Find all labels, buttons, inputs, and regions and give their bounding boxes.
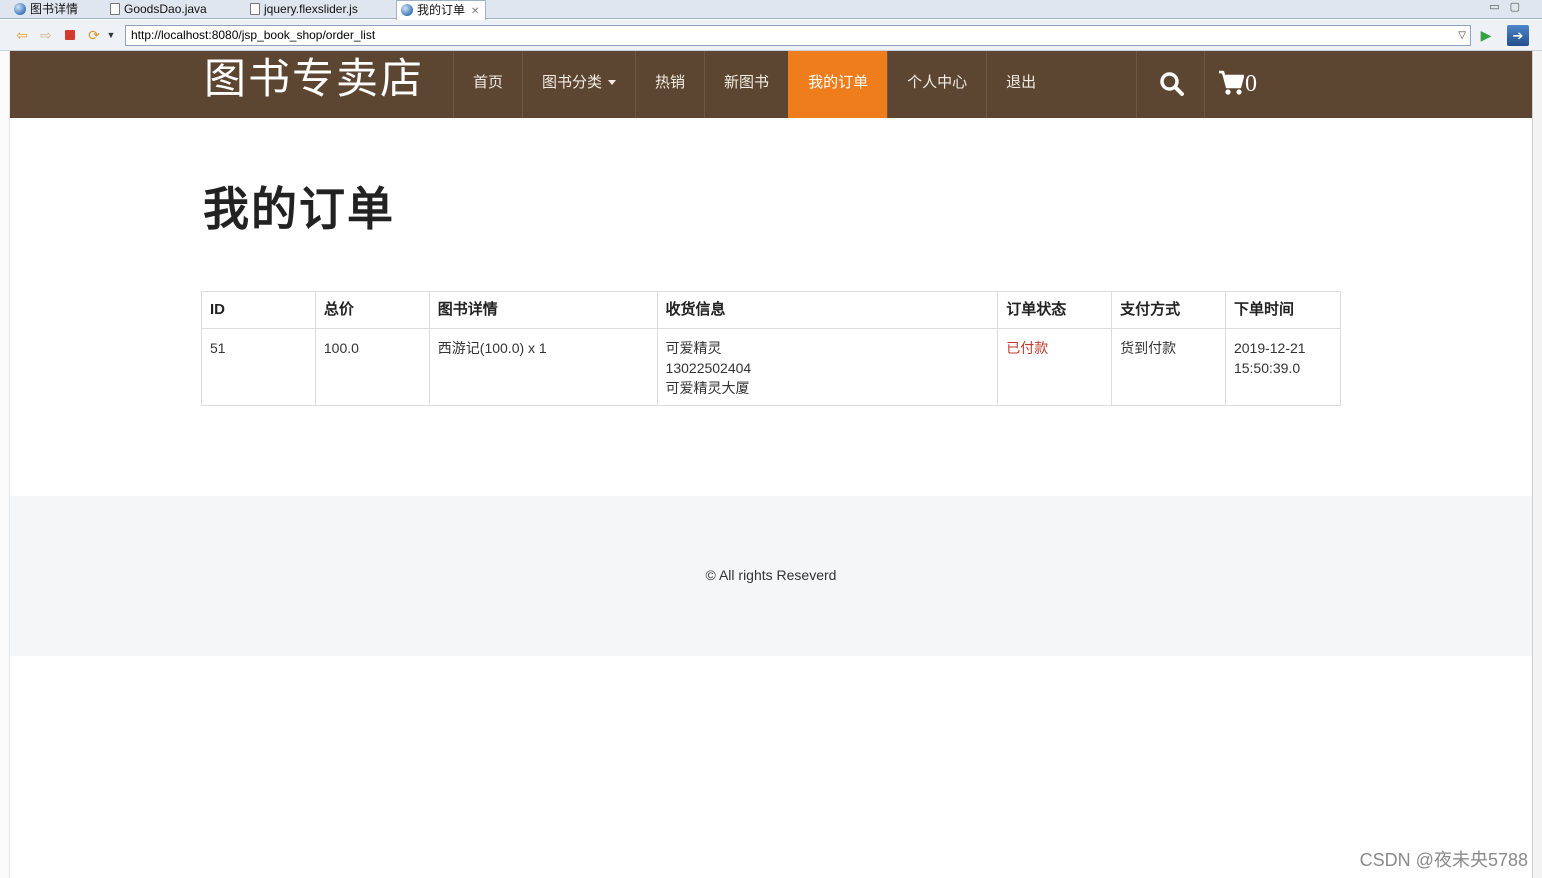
- order-books: 西游记(100.0) x 1: [428, 328, 658, 406]
- caret-down-icon: [608, 80, 617, 85]
- header-payment: 支付方式: [1111, 291, 1226, 329]
- ide-tab-my-orders[interactable]: 我的订单 ✕: [396, 0, 487, 20]
- nav-hot[interactable]: 热销: [635, 51, 704, 118]
- nav-divider: [986, 51, 987, 118]
- page-scrollbar[interactable]: [1532, 51, 1542, 878]
- back-arrow-icon[interactable]: ⇦: [14, 27, 30, 43]
- url-dropdown-icon[interactable]: ▽: [1458, 26, 1466, 45]
- site-brand[interactable]: 图书专卖店: [204, 55, 424, 105]
- refresh-icon[interactable]: ⟳: [86, 27, 102, 43]
- nav-my-orders[interactable]: 我的订单: [788, 51, 888, 118]
- open-external-icon[interactable]: ➔: [1507, 25, 1529, 46]
- page-left-edge: [0, 51, 10, 878]
- order-shipping: 可爱精灵 13022502404 可爱精灵大厦: [656, 328, 999, 406]
- header-status: 订单状态: [997, 291, 1113, 329]
- browser-toolbar: ⇦ ⇨ ⟳ ▼ http://localhost:8080/jsp_book_s…: [0, 20, 1542, 51]
- ship-name: 可爱精灵: [665, 340, 722, 356]
- globe-icon: [14, 3, 26, 15]
- nav-new-books[interactable]: 新图书: [704, 51, 788, 118]
- site-footer: © All rights Reseverd: [10, 496, 1532, 656]
- url-bar[interactable]: http://localhost:8080/jsp_book_shop/orde…: [125, 25, 1471, 46]
- ship-phone: 13022502404: [665, 360, 752, 376]
- order-clock: 15:50:39.0: [1233, 360, 1301, 376]
- header-order-time: 下单时间: [1224, 291, 1342, 329]
- nav-profile[interactable]: 个人中心: [887, 51, 986, 118]
- forward-arrow-icon[interactable]: ⇨: [38, 27, 54, 43]
- main-nav: 首页 图书分类 热销 新图书 我的订单 个人中心 退出: [453, 51, 1055, 118]
- page-title: 我的订单: [203, 184, 395, 235]
- stop-icon[interactable]: [62, 27, 78, 43]
- cart-count: 0: [1245, 71, 1257, 97]
- globe-icon: [401, 4, 413, 16]
- order-total: 100.0: [314, 328, 430, 406]
- ide-tab-strip: 图书详情 GoodsDao.java jquery.flexslider.js …: [0, 0, 1542, 20]
- ide-tab-goodsdao[interactable]: GoodsDao.java: [106, 0, 207, 19]
- search-icon: [1160, 72, 1184, 96]
- nav-logout[interactable]: 退出: [986, 51, 1055, 118]
- watermark: CSDN @夜未央5788: [1359, 850, 1528, 870]
- nav-categories[interactable]: 图书分类: [522, 51, 635, 118]
- copyright-text: © All rights Reseverd: [705, 567, 837, 583]
- ide-tab-book-detail[interactable]: 图书详情: [10, 0, 78, 19]
- order-time: 2019-12-21 15:50:39.0: [1224, 328, 1342, 406]
- header-books: 图书详情: [428, 291, 658, 329]
- ship-address: 可爱精灵大厦: [665, 380, 750, 396]
- order-payment: 货到付款: [1111, 328, 1226, 406]
- header-id: ID: [201, 291, 316, 329]
- order-id: 51: [201, 328, 316, 406]
- go-icon[interactable]: ▶: [1478, 27, 1494, 43]
- chevron-down-icon[interactable]: ▼: [106, 27, 116, 43]
- header-shipping: 收货信息: [656, 291, 999, 329]
- table-header-row: ID 总价 图书详情 收货信息 订单状态 支付方式 下单时间: [201, 291, 1342, 329]
- shopping-cart-icon: [1219, 70, 1245, 95]
- site-header: 图书专卖店 首页 图书分类 热销 新图书 我的订单 个人中心 退出 0: [10, 51, 1532, 118]
- window-controls[interactable]: ▭▢: [1489, 0, 1530, 13]
- cart-button[interactable]: 0: [1218, 65, 1257, 101]
- url-text: http://localhost:8080/jsp_book_shop/orde…: [131, 28, 376, 42]
- close-icon[interactable]: ✕: [471, 6, 479, 17]
- order-status: 已付款: [997, 328, 1113, 406]
- search-button[interactable]: [1136, 51, 1205, 118]
- orders-table: ID 总价 图书详情 收货信息 订单状态 支付方式 下单时间 51 100.0 …: [201, 291, 1342, 406]
- nav-home[interactable]: 首页: [453, 51, 522, 118]
- header-total: 总价: [314, 291, 430, 329]
- js-file-icon: [250, 3, 260, 15]
- ide-tab-flexslider[interactable]: jquery.flexslider.js: [246, 0, 358, 19]
- table-row: 51 100.0 西游记(100.0) x 1 可爱精灵 13022502404…: [201, 328, 1342, 406]
- java-file-icon: [110, 3, 120, 15]
- order-date: 2019-12-21: [1233, 340, 1306, 356]
